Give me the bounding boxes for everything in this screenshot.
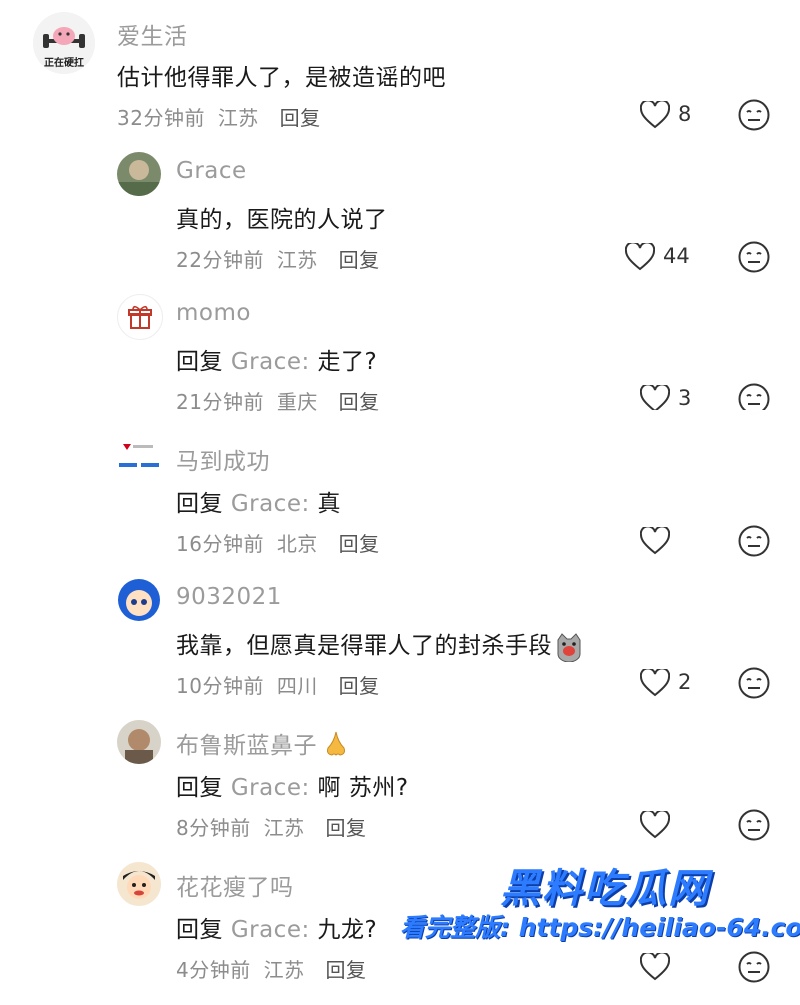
mention[interactable]: Grace: — [231, 917, 310, 943]
comment-meta: 16分钟前 北京 回复 — [176, 528, 380, 557]
reply-button[interactable]: 回复 — [339, 532, 380, 556]
username[interactable]: 花花瘦了吗 — [176, 868, 294, 902]
mention[interactable]: Grace: — [231, 349, 310, 375]
dislike-button[interactable] — [737, 524, 771, 558]
timestamp: 32分钟前 — [117, 106, 205, 130]
reply-button[interactable]: 回复 — [339, 674, 380, 698]
watermark-title: 黑料吃瓜网 — [500, 866, 710, 912]
neutral-face-icon — [738, 667, 770, 699]
like-button[interactable] — [640, 525, 750, 559]
avatar[interactable] — [117, 720, 161, 764]
comment-text: 回复 Grace: 九龙? — [176, 910, 377, 944]
comment-meta: 4分钟前 江苏 回复 — [176, 954, 366, 983]
dislike-button[interactable] — [737, 240, 771, 274]
comment-body: 我靠，但愿真是得罪人了的封杀手段 — [176, 633, 552, 659]
blur-overlay — [330, 410, 800, 515]
watermark: 黑料吃瓜网 看完整版: https://heiliao-64.com — [400, 852, 800, 1002]
comment-text: 回复 Grace: 啊 苏州? — [176, 768, 409, 802]
avatar[interactable] — [117, 436, 161, 480]
nose-emoji-icon — [325, 730, 347, 764]
reply-button[interactable]: 回复 — [325, 958, 366, 982]
reply-prefix: 回复 — [176, 775, 223, 801]
timestamp: 22分钟前 — [176, 248, 264, 272]
heart-outline-icon — [640, 101, 670, 129]
timestamp: 4分钟前 — [176, 958, 251, 982]
comment-text: 真的，医院的人说了 — [176, 207, 388, 233]
like-count: 3 — [678, 386, 692, 410]
comment-text: 回复 Grace: 走了? — [176, 342, 377, 376]
like-button[interactable] — [640, 809, 750, 843]
timestamp: 8分钟前 — [176, 816, 251, 840]
dislike-button[interactable] — [737, 666, 771, 700]
location: 重庆 — [276, 390, 318, 414]
cat-crying-emoji-icon — [554, 632, 584, 662]
location: 四川 — [276, 674, 318, 698]
neutral-face-icon — [738, 525, 770, 557]
heart-outline-icon — [625, 243, 655, 271]
neutral-face-icon — [738, 241, 770, 273]
gift-icon — [128, 305, 152, 329]
location: 江苏 — [276, 248, 318, 272]
timestamp: 10分钟前 — [176, 674, 264, 698]
reply-button[interactable]: 回复 — [325, 816, 366, 840]
like-button[interactable]: 2 — [640, 667, 750, 701]
username[interactable]: 9032021 — [176, 584, 282, 610]
avatar[interactable] — [117, 862, 161, 906]
comment-body: 九龙? — [309, 917, 378, 943]
username[interactable]: 布鲁斯蓝鼻子 — [176, 726, 347, 764]
comment-text: 我靠，但愿真是得罪人了的封杀手段 — [176, 626, 584, 662]
comment-meta: 32分钟前 江苏 回复 — [117, 102, 321, 131]
comment-meta: 8分钟前 江苏 回复 — [176, 812, 366, 841]
reply-button[interactable]: 回复 — [339, 248, 380, 272]
avatar[interactable] — [117, 152, 161, 196]
timestamp: 16分钟前 — [176, 532, 264, 556]
neutral-face-icon — [738, 99, 770, 131]
comment-meta: 10分钟前 四川 回复 — [176, 670, 380, 699]
username[interactable]: 马到成功 — [176, 442, 270, 476]
watermark-url: 看完整版: https://heiliao-64.com — [400, 913, 800, 942]
location: 江苏 — [263, 816, 305, 840]
reply-prefix: 回复 — [176, 917, 223, 943]
comment-body: 啊 苏州? — [309, 775, 409, 801]
reply-prefix: 回复 — [176, 349, 223, 375]
heart-outline-icon — [640, 669, 670, 697]
heart-outline-icon — [640, 527, 670, 555]
like-button[interactable]: 8 — [640, 99, 750, 133]
username-text: 布鲁斯蓝鼻子 — [176, 733, 317, 759]
avatar[interactable]: 正在硬扛 — [33, 12, 95, 74]
comment-text: 估计他得罪人了，是被造谣的吧 — [117, 65, 446, 91]
like-count: 44 — [663, 244, 690, 268]
location: 江苏 — [217, 106, 259, 130]
dislike-button[interactable] — [737, 808, 771, 842]
username[interactable]: momo — [176, 300, 251, 326]
avatar-label: 正在硬扛 — [44, 58, 84, 69]
reply-prefix: 回复 — [176, 491, 223, 517]
like-count: 2 — [678, 670, 692, 694]
heart-outline-icon — [640, 385, 670, 413]
mention[interactable]: Grace: — [231, 491, 310, 517]
location: 江苏 — [263, 958, 305, 982]
username[interactable]: 爱生活 — [117, 17, 188, 51]
comment-text: 回复 Grace: 真 — [176, 484, 341, 518]
neutral-face-icon — [738, 809, 770, 841]
avatar[interactable] — [117, 578, 161, 622]
like-count: 8 — [678, 102, 692, 126]
like-button[interactable]: 44 — [625, 241, 735, 275]
dislike-button[interactable] — [737, 98, 771, 132]
reply-button[interactable]: 回复 — [280, 106, 321, 130]
mention[interactable]: Grace: — [231, 775, 310, 801]
comment-body: 走了? — [309, 349, 378, 375]
location: 北京 — [276, 532, 318, 556]
heart-outline-icon — [640, 811, 670, 839]
avatar[interactable] — [117, 294, 163, 340]
timestamp: 21分钟前 — [176, 390, 264, 414]
comment-meta: 22分钟前 江苏 回复 — [176, 244, 380, 273]
username[interactable]: Grace — [176, 158, 247, 184]
